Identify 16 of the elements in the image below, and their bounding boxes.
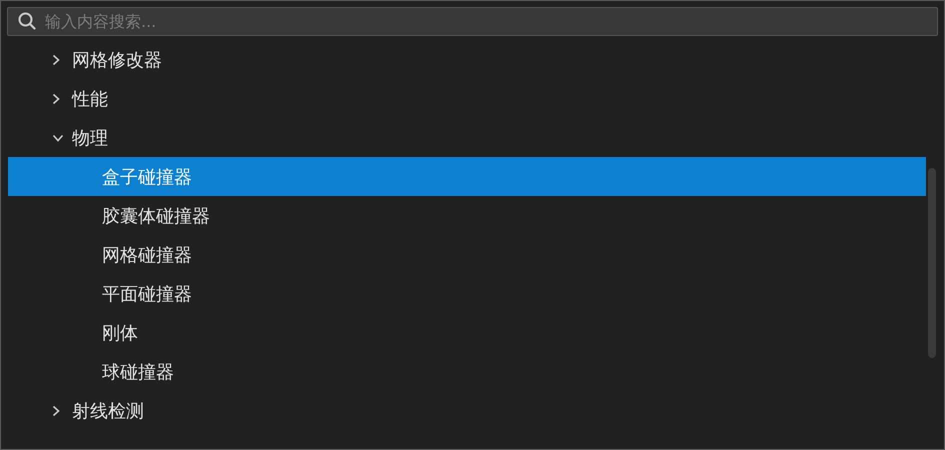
tree-item[interactable]: 性能 xyxy=(8,79,926,118)
chevron-right-icon[interactable] xyxy=(52,404,60,416)
tree-item[interactable]: 物理 xyxy=(8,118,926,157)
search-field[interactable]: 输入内容搜索... xyxy=(7,7,938,36)
tree-item[interactable]: 平面碰撞器 xyxy=(8,274,926,313)
chevron-right-icon[interactable] xyxy=(52,92,60,104)
tree-item[interactable]: 网格修改器 xyxy=(8,40,926,79)
scrollbar-thumb[interactable] xyxy=(928,168,936,358)
tree-item[interactable]: 胶囊体碰撞器 xyxy=(8,196,926,235)
tree-item[interactable]: 刚体 xyxy=(8,313,926,352)
chevron-right-icon[interactable] xyxy=(52,54,60,66)
tree-item[interactable]: 球碰撞器 xyxy=(8,352,926,391)
tree-item[interactable]: 盒子碰撞器 xyxy=(8,157,926,196)
chevron-down-icon[interactable] xyxy=(52,134,64,142)
tree-item[interactable]: 射线检测 xyxy=(8,391,926,430)
tree-item[interactable]: 网格碰撞器 xyxy=(8,235,926,274)
